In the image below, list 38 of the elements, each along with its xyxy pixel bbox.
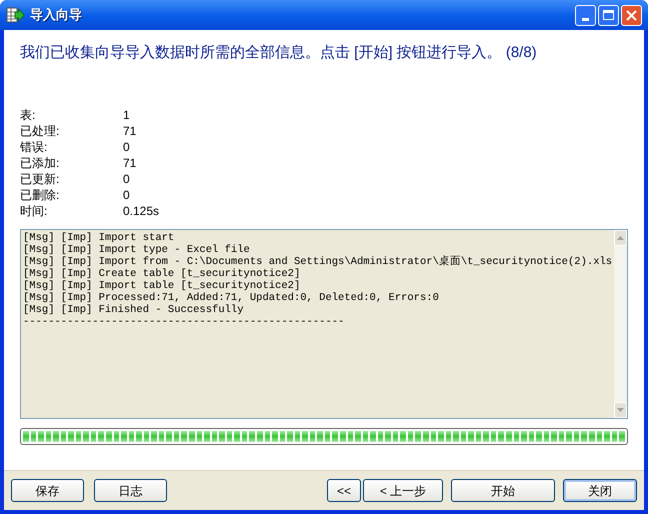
stat-label: 已删除:: [20, 186, 60, 204]
stat-label: 已处理:: [20, 122, 60, 140]
scroll-up-icon: [617, 236, 624, 240]
scrollbar[interactable]: [614, 230, 627, 418]
stat-value: 0: [123, 170, 130, 188]
stat-value: 0.125s: [123, 202, 160, 220]
wizard-button[interactable]: 保存: [11, 479, 84, 502]
wizard-button[interactable]: < 上一步: [363, 479, 443, 502]
stat-label: 已更新:: [20, 170, 60, 188]
stat-value: 1: [123, 106, 130, 124]
scroll-down-icon: [617, 408, 624, 412]
maximize-button[interactable]: [598, 4, 619, 26]
stat-label: 表:: [20, 106, 36, 124]
window-title: 导入向导: [30, 6, 82, 24]
log-line: [Msg] [Imp] Create table [t_securitynotice2]: [23, 268, 302, 280]
table-import-icon: [6, 6, 24, 24]
log-line: [Msg] [Imp] Import from - C:\Documents and Settings\Administrator\桌面\t_securitynotice(2).xls: [23, 256, 612, 268]
wizard-button[interactable]: 开始: [451, 479, 555, 502]
stat-value: 0: [123, 138, 130, 156]
log-line: [Msg] [Imp] Import type - Excel file: [23, 244, 251, 256]
stat-value: 0: [123, 186, 130, 204]
minimize-button[interactable]: [575, 4, 596, 26]
stat-label: 时间:: [20, 202, 48, 220]
close-icon: [626, 10, 637, 20]
stat-value: 71: [123, 122, 136, 140]
stat-label: 错误:: [20, 138, 48, 156]
wizard-button[interactable]: 日志: [94, 479, 167, 502]
log-line: [Msg] [Imp] Processed:71, Added:71, Updated:0, Deleted:0, Errors:0: [23, 292, 440, 304]
close-button[interactable]: [621, 4, 642, 26]
log-line: [Msg] [Imp] Import start: [23, 232, 176, 244]
wizard-button[interactable]: <<: [327, 479, 361, 502]
stat-label: 已添加:: [20, 154, 60, 172]
log-line: ---------------------------------------------------: [23, 316, 346, 328]
wizard-heading: 我们已收集向导导入数据时所需的全部信息。点击 [开始] 按钮进行导入。 (8/8): [20, 43, 538, 63]
stat-value: 71: [123, 154, 136, 172]
log-line: [Msg] [Imp] Finished - Successfully: [23, 304, 245, 316]
log-line: [Msg] [Imp] Import table [t_securitynotice2]: [23, 280, 302, 292]
wizard-button[interactable]: 关闭: [563, 479, 637, 502]
